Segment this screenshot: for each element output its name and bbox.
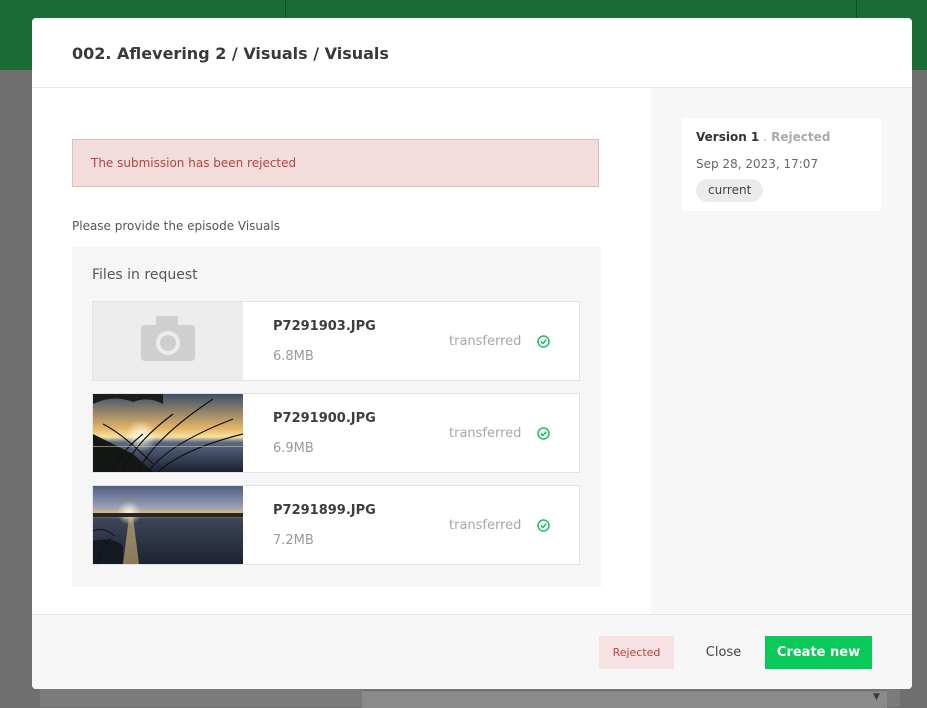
rejected-alert: The submission has been rejected <box>72 139 599 187</box>
check-circle-icon <box>537 519 550 532</box>
modal-main: The submission has been rejected Please … <box>32 88 651 614</box>
file-status: transferred <box>449 334 522 349</box>
file-status: transferred <box>449 518 522 533</box>
file-size: 6.8MB <box>273 349 314 364</box>
top-bar-divider <box>856 0 857 18</box>
file-size: 7.2MB <box>273 533 314 548</box>
modal-header: 002. Aflevering 2 / Visuals / Visuals <box>32 18 912 88</box>
version-separator: . <box>763 130 768 144</box>
file-size: 6.9MB <box>273 441 314 456</box>
file-row[interactable]: P7291899.JPG 7.2MB transferred <box>92 485 580 565</box>
submission-modal: 002. Aflevering 2 / Visuals / Visuals Th… <box>32 18 912 689</box>
camera-icon <box>93 302 243 380</box>
alert-text: The submission has been rejected <box>91 156 297 170</box>
files-panel: Files in request P7291903.JPG 6.8MB tran… <box>72 246 601 587</box>
chevron-down-icon: ▼ <box>873 692 880 702</box>
files-title: Files in request <box>92 267 198 283</box>
file-name: P7291900.JPG <box>273 411 376 426</box>
version-label: Version 1 <box>696 130 760 144</box>
file-status: transferred <box>449 426 522 441</box>
check-circle-icon <box>537 335 550 348</box>
create-new-button[interactable]: Create new <box>765 636 872 669</box>
version-sidebar: Version 1. Rejected Sep 28, 2023, 17:07 c… <box>651 88 912 614</box>
current-badge: current <box>696 179 764 202</box>
top-bar-divider <box>285 0 286 18</box>
file-name: P7291899.JPG <box>273 503 376 518</box>
file-name: P7291903.JPG <box>273 319 376 334</box>
instructions-text: Please provide the episode Visuals <box>72 219 280 233</box>
check-circle-icon <box>537 427 550 440</box>
modal-title: 002. Aflevering 2 / Visuals / Visuals <box>72 44 389 63</box>
sunset-reeds-photo <box>93 394 243 472</box>
rejected-status-button[interactable]: Rejected <box>599 636 674 669</box>
file-row[interactable]: P7291900.JPG 6.9MB transferred <box>92 393 580 473</box>
version-state: Rejected <box>771 130 831 144</box>
close-button[interactable]: Close <box>699 636 748 669</box>
background-select <box>362 690 887 708</box>
version-card[interactable]: Version 1. Rejected Sep 28, 2023, 17:07 c… <box>682 118 881 211</box>
modal-footer: Rejected Close Create new <box>32 614 912 689</box>
version-date: Sep 28, 2023, 17:07 <box>696 157 819 171</box>
version-header: Version 1. Rejected <box>696 130 830 144</box>
sunset-lake-photo <box>93 486 243 564</box>
file-row[interactable]: P7291903.JPG 6.8MB transferred <box>92 301 580 381</box>
